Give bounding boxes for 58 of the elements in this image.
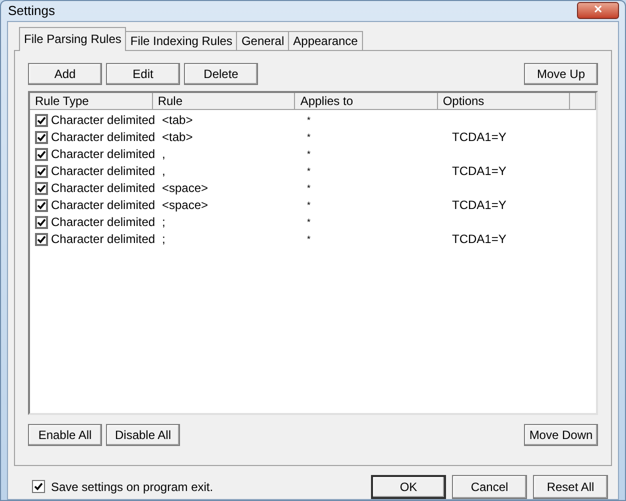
table-cell-text: Character delimited — [51, 129, 156, 146]
column-header[interactable]: Rule Type — [30, 92, 153, 110]
table-cell: * — [307, 149, 311, 159]
table-cell: * — [307, 234, 311, 244]
tab[interactable]: Appearance — [288, 30, 363, 50]
move-down-button[interactable]: Move Down — [524, 424, 598, 446]
toolbar-button[interactable]: Delete — [184, 62, 258, 84]
table-cell-text: Character delimited — [51, 146, 156, 163]
table-cell-text: , — [162, 163, 166, 180]
checkbox-label: Save settings on program exit. — [51, 478, 214, 496]
checkbox[interactable] — [35, 114, 48, 126]
column-header[interactable]: Rule — [152, 92, 296, 110]
table-cell-text: Character delimited — [51, 180, 156, 197]
table-cell-text: Character delimited — [51, 214, 156, 231]
checkbox[interactable] — [35, 130, 48, 144]
move-up-button[interactable]: Move Up — [524, 62, 598, 84]
table-cell-text: ; — [162, 214, 166, 231]
column-header[interactable]: Options — [438, 92, 570, 110]
column-header[interactable]: Applies to — [295, 92, 438, 110]
table-cell-text: <space> — [162, 180, 208, 197]
dialog-button[interactable]: Reset All — [533, 474, 608, 498]
table-cell-text: Character delimited — [51, 112, 156, 129]
table-cell: * — [307, 200, 311, 210]
table-cell: * — [307, 183, 311, 193]
toolbar-button[interactable]: Enable All — [28, 424, 102, 446]
toolbar-button[interactable]: Edit — [106, 62, 180, 84]
table-cell: * — [307, 217, 311, 227]
checkbox[interactable] — [35, 216, 48, 228]
toolbar-button[interactable]: Disable All — [106, 424, 180, 446]
table-cell-text: TCDA1=Y — [452, 129, 506, 146]
table-cell-text: Character delimited — [51, 231, 156, 248]
checkbox[interactable] — [35, 232, 48, 246]
table-cell: * — [307, 115, 311, 125]
toolbar-button[interactable]: Add — [28, 62, 102, 84]
table-cell-text: Character delimited — [51, 197, 156, 214]
checkbox[interactable] — [35, 148, 48, 160]
table-cell-text: Character delimited — [51, 163, 156, 180]
dialog-button[interactable]: OK — [371, 474, 446, 498]
window-title: Settings — [8, 2, 55, 20]
table-cell-text: <tab> — [162, 129, 193, 146]
table-cell: * — [307, 166, 311, 176]
checkbox[interactable] — [32, 480, 45, 493]
checkmark-icon — [34, 482, 43, 491]
tab[interactable]: File Indexing Rules — [125, 30, 238, 50]
table-cell-text: TCDA1=Y — [452, 163, 506, 180]
dialog-button[interactable]: Cancel — [452, 474, 527, 498]
table-cell-text: TCDA1=Y — [452, 197, 506, 214]
tab[interactable]: File Parsing Rules — [19, 26, 126, 50]
checkbox[interactable] — [35, 164, 48, 178]
column-header — [570, 92, 596, 110]
checkbox[interactable] — [35, 182, 48, 194]
table-cell-text: ; — [162, 231, 166, 248]
table-cell: * — [307, 132, 311, 142]
checkbox[interactable] — [35, 198, 48, 212]
table-cell-text: <space> — [162, 197, 208, 214]
table-cell-text: , — [162, 146, 166, 163]
table-cell-text: <tab> — [162, 112, 193, 129]
table-cell-text: TCDA1=Y — [452, 231, 506, 248]
